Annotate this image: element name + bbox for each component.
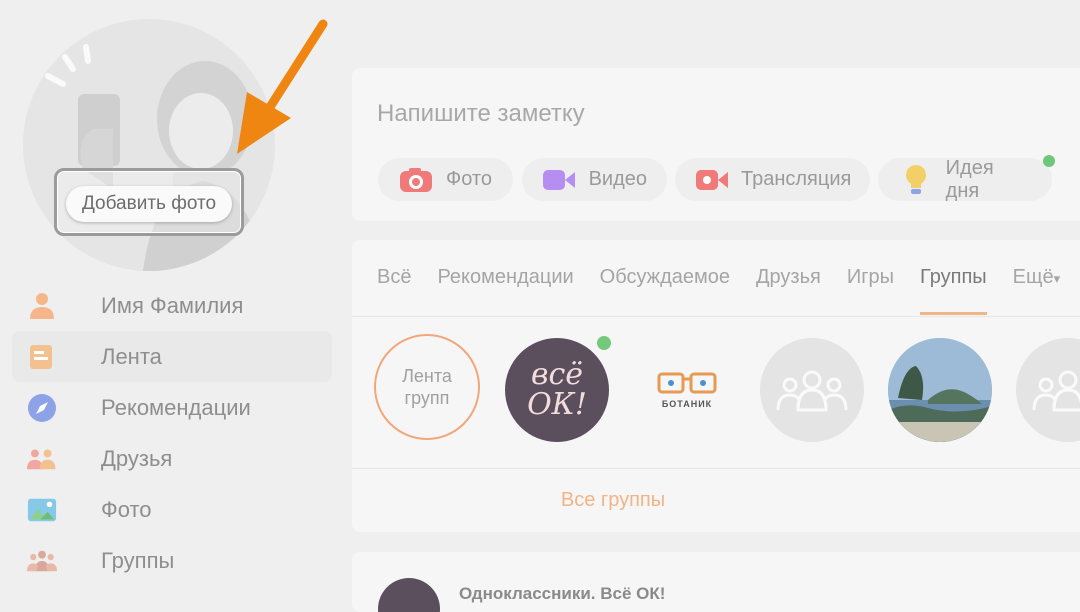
groups-feed-button[interactable]: Лента групп <box>374 334 480 440</box>
sidebar-item-feed[interactable]: Лента <box>12 331 332 382</box>
sidebar-item-recommendations[interactable]: Рекомендации <box>12 382 332 433</box>
sidebar-nav: Имя Фамилия Лента Рекомендации Друзья Фо… <box>12 280 332 586</box>
sidebar-item-label: Друзья <box>101 445 173 471</box>
pill-label: Идея дня <box>945 156 994 202</box>
note-input[interactable]: Напишите заметку <box>377 100 585 128</box>
broadcast-icon <box>695 166 729 194</box>
group-avatar-photo[interactable] <box>888 338 992 442</box>
group-logo-text: БОТАНИК <box>661 399 713 409</box>
add-photo-button[interactable]: Добавить фото <box>66 186 232 222</box>
sidebar-item-label: Лента <box>101 343 162 369</box>
sidebar-item-label: Рекомендации <box>101 394 251 420</box>
lenta-label-line2: групп <box>404 388 450 408</box>
sidebar-item-label: Группы <box>101 547 175 573</box>
lightbulb-icon <box>898 164 934 194</box>
feed-icon <box>27 342 57 372</box>
glasses-icon <box>657 372 717 394</box>
post-author-avatar[interactable] <box>378 578 440 612</box>
sidebar-item-photos[interactable]: Фото <box>12 484 332 535</box>
post-card: Одноклассники. Всё ОК! <box>352 552 1080 612</box>
tab-more-label: Ещё <box>1012 266 1054 288</box>
sidebar-item-groups[interactable]: Группы <box>12 535 332 586</box>
user-icon <box>27 291 57 321</box>
sidebar-item-profile[interactable]: Имя Фамилия <box>12 280 332 331</box>
lenta-label-line1: Лента <box>402 366 452 386</box>
pointer-arrow-icon <box>237 19 328 154</box>
group-logo-text: ОК! <box>527 387 587 422</box>
post-author-name[interactable]: Одноклассники. Всё ОК! <box>459 584 665 604</box>
tab-groups[interactable]: Группы <box>920 266 987 316</box>
group-avatar-placeholder[interactable] <box>760 338 864 442</box>
group-placeholder-icon <box>1032 370 1080 412</box>
landscape-photo-icon <box>888 338 992 442</box>
group-avatar-botanik[interactable]: БОТАНИК <box>635 338 739 442</box>
pill-label: Фото <box>446 168 492 190</box>
video-icon <box>542 166 577 194</box>
pill-label: Видео <box>588 168 647 190</box>
online-indicator-dot <box>597 336 611 350</box>
group-logo-text: всё <box>530 357 584 392</box>
tab-recommendations[interactable]: Рекомендации <box>437 266 573 316</box>
sidebar-item-friends[interactable]: Друзья <box>12 433 332 484</box>
tab-games[interactable]: Игры <box>847 266 894 316</box>
groups-icon <box>27 546 57 576</box>
group-avatar-placeholder[interactable] <box>1016 338 1080 442</box>
broadcast-button[interactable]: Трансляция <box>675 158 870 201</box>
compass-icon <box>27 393 57 423</box>
sidebar-item-label: Фото <box>101 496 152 522</box>
new-indicator-dot <box>1043 155 1055 167</box>
add-video-button[interactable]: Видео <box>522 158 667 201</box>
feed-card: Всё Рекомендации Обсуждаемое Друзья Игры… <box>352 240 1080 532</box>
chevron-down-icon: ▾ <box>1053 271 1061 286</box>
sidebar-item-label: Имя Фамилия <box>101 292 244 318</box>
camera-icon <box>398 166 434 194</box>
friends-icon <box>27 444 57 474</box>
all-groups-link[interactable]: Все группы <box>561 489 665 511</box>
groups-carousel: Лента групп всё ОК! БОТАНИК <box>352 316 1080 466</box>
note-composer: Напишите заметку Фото Видео Трансляция И… <box>352 68 1080 221</box>
feed-tabs: Всё Рекомендации Обсуждаемое Друзья Игры… <box>377 266 1080 316</box>
tab-more[interactable]: Ещё▾ <box>1013 266 1060 316</box>
group-avatar-vsyo-ok[interactable]: всё ОК! <box>505 336 611 442</box>
group-placeholder-icon <box>776 370 848 412</box>
add-photo-note-button[interactable]: Фото <box>378 158 513 201</box>
idea-of-day-button[interactable]: Идея дня <box>878 155 1055 202</box>
pill-label: Трансляция <box>741 168 852 190</box>
photo-icon <box>27 495 57 525</box>
all-groups-link-row: Все группы <box>352 489 1080 512</box>
tab-all[interactable]: Всё <box>377 266 411 316</box>
tab-discussed[interactable]: Обсуждаемое <box>600 266 730 316</box>
tab-friends[interactable]: Друзья <box>756 266 821 316</box>
groups-divider <box>352 468 1080 469</box>
